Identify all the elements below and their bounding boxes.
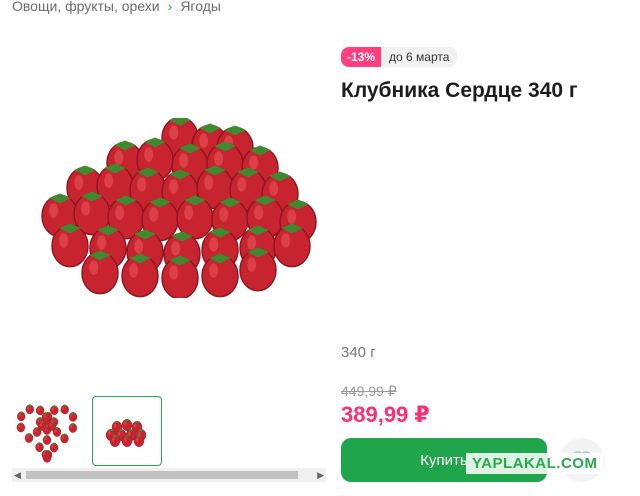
product-weight: 340 г <box>341 344 376 361</box>
breadcrumb-item[interactable]: Ягоды <box>180 0 221 14</box>
breadcrumb-item[interactable]: Овощи, фрукты, орехи <box>12 0 160 14</box>
scroll-right-icon[interactable]: ▶ <box>317 470 324 481</box>
gallery-thumbnail-selected[interactable] <box>92 396 162 466</box>
chevron-right-icon: › <box>167 0 173 14</box>
heart-strawberries-image <box>16 404 78 463</box>
discount-percent: -13% <box>341 47 382 67</box>
scroll-left-icon[interactable]: ◀ <box>14 470 21 481</box>
product-image[interactable] <box>30 118 330 298</box>
strawberry-pile-image <box>105 418 147 447</box>
old-price: 449,99 ₽ <box>341 383 397 399</box>
scrollbar-thumb[interactable] <box>26 471 298 479</box>
discount-until: до 6 марта <box>381 47 458 67</box>
product-title: Клубника Сердце 340 г <box>341 79 578 102</box>
breadcrumb: Овощи, фрукты, орехи › Ягоды <box>12 0 221 16</box>
discount-badge: -13% до 6 марта <box>341 47 458 67</box>
gallery-scrollbar[interactable]: ◀ ▶ <box>12 468 326 482</box>
watermark: YAPLAKAL.COM <box>466 453 604 474</box>
current-price: 389,99 ₽ <box>341 402 430 427</box>
gallery-thumbnail[interactable] <box>12 396 82 466</box>
